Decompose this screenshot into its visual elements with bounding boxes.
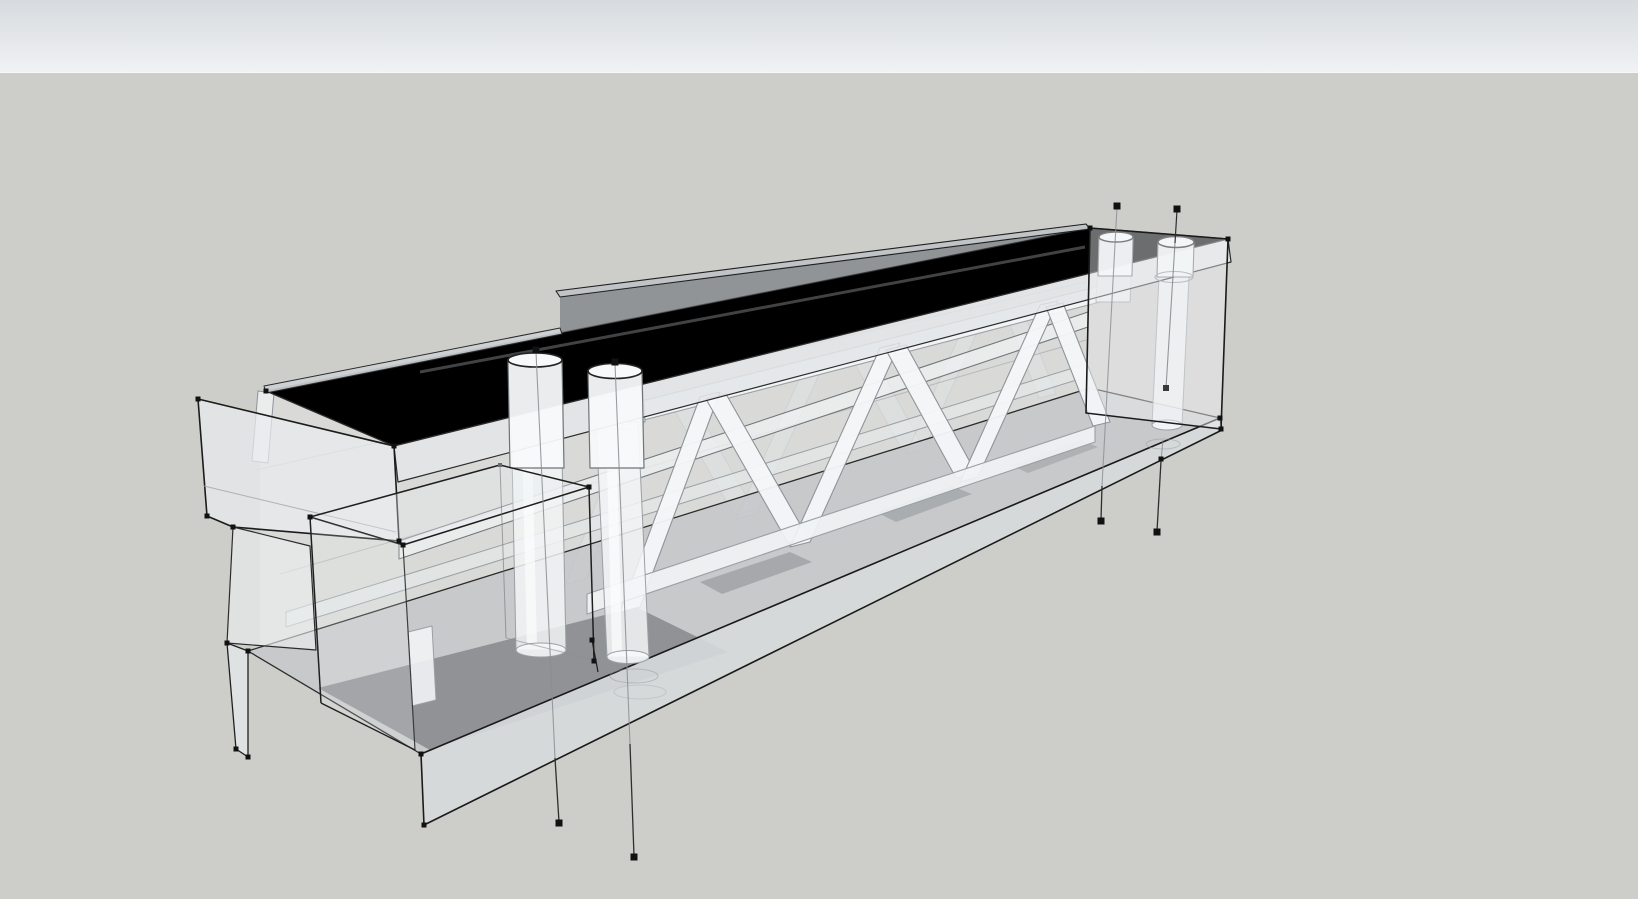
endpoint-marker	[1113, 202, 1121, 210]
model-viewport[interactable]	[0, 0, 1638, 899]
left-end-web	[226, 526, 317, 651]
construction-line	[629, 743, 635, 857]
vertex-dot	[204, 513, 210, 519]
vertex-dot	[230, 524, 236, 530]
vertex-dot	[586, 484, 592, 490]
right-end-face	[1085, 227, 1229, 430]
vertex-dot	[263, 388, 269, 394]
vertex-dot	[245, 754, 251, 760]
endpoint-marker	[555, 819, 563, 827]
vertex-dot	[1225, 236, 1231, 242]
endpoint-marker	[1173, 205, 1181, 213]
vertex-dot	[1217, 415, 1223, 421]
vertex-dot	[589, 637, 595, 643]
cylinder-1-top	[507, 352, 563, 368]
vertex-dot	[421, 822, 427, 828]
endpoint-marker	[1153, 528, 1161, 536]
vertex-dot	[1087, 225, 1093, 231]
vertex-dot	[307, 514, 313, 520]
endpoint-marker	[532, 346, 540, 354]
construction-line	[1100, 485, 1103, 521]
bottom-slab-left-end	[226, 642, 249, 758]
vertex-dot	[195, 396, 201, 402]
truss-model-drawing	[195, 202, 1232, 861]
vertex-dot	[1158, 456, 1164, 462]
guide-box-front-face	[310, 517, 415, 750]
vertex-dot	[245, 648, 251, 654]
cylinder-1-upper	[507, 359, 565, 469]
endpoint-marker	[1097, 517, 1105, 525]
vertex-dot	[224, 640, 230, 646]
vertex-dot	[391, 443, 397, 449]
construction-line	[554, 757, 560, 823]
vertex-dot	[418, 751, 424, 757]
endpoint-marker	[630, 853, 638, 861]
construction-line	[1156, 460, 1162, 532]
vertex-dot	[591, 658, 597, 664]
vertex-dot	[233, 746, 239, 752]
cylinder-1-bottom	[515, 642, 567, 658]
endpoint-marker	[1163, 385, 1169, 391]
vertex-dot	[498, 463, 502, 467]
cylinder-2-bottom	[606, 650, 650, 664]
vertex-dot	[1218, 426, 1224, 432]
endpoint-marker	[611, 358, 619, 366]
vertex-dot	[400, 542, 406, 548]
